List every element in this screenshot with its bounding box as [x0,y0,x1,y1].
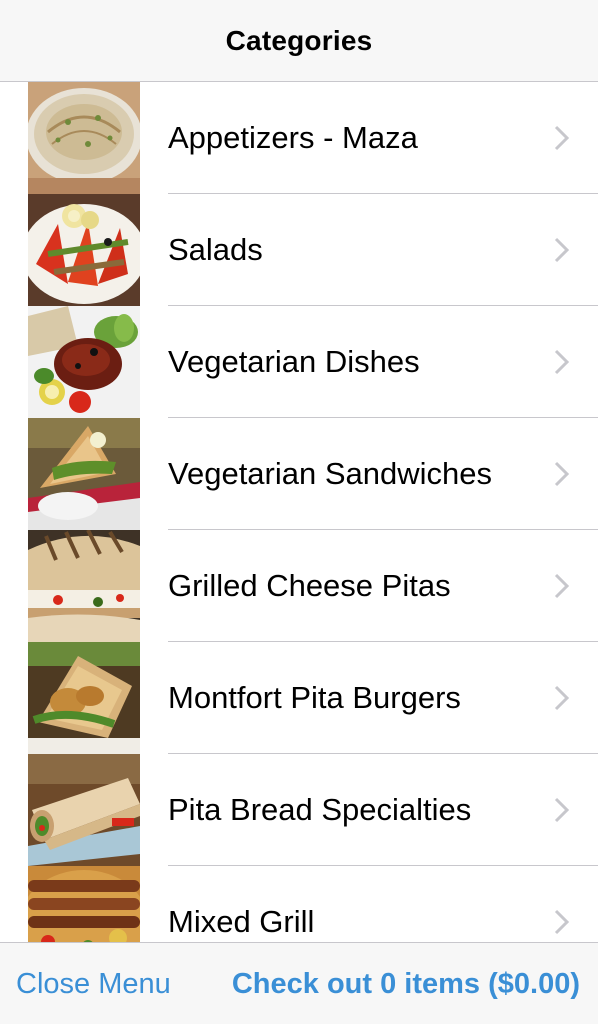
grilled-pita-photo [28,530,140,642]
bottom-toolbar: Close Menu Check out 0 items ($0.00) [0,942,598,1024]
chevron-right-icon [552,236,572,264]
category-label: Mixed Grill [168,904,315,939]
category-label: Pita Bread Specialties [168,792,472,827]
category-label: Vegetarian Dishes [168,344,420,379]
category-row-montfort-pita-burgers[interactable]: Montfort Pita Burgers [0,642,598,754]
category-label: Vegetarian Sandwiches [168,456,493,491]
app-screen: Categories Appetizers - Maza Salads Vege… [0,0,598,1024]
chevron-right-icon [552,124,572,152]
category-row-pita-bread-specialties[interactable]: Pita Bread Specialties [0,754,598,866]
category-row-vegetarian-sandwiches[interactable]: Vegetarian Sandwiches [0,418,598,530]
category-row-mixed-grill[interactable]: Mixed Grill [0,866,598,942]
chevron-right-icon [552,348,572,376]
close-menu-button[interactable]: Close Menu [16,943,171,1024]
checkout-button[interactable]: Check out 0 items ($0.00) [232,943,580,1024]
category-row-grilled-cheese-pitas[interactable]: Grilled Cheese Pitas [0,530,598,642]
chevron-right-icon [552,908,572,936]
kebab-grill-photo [28,866,140,942]
vegetarian-dish-photo [28,306,140,418]
hummus-plate-photo [28,82,140,194]
pita-wrap-photo [28,754,140,866]
category-row-salads[interactable]: Salads [0,194,598,306]
salad-photo [28,194,140,306]
category-label: Grilled Cheese Pitas [168,568,451,603]
pita-sandwich-photo [28,418,140,530]
category-label: Appetizers - Maza [168,120,418,155]
chevron-right-icon [552,460,572,488]
category-row-appetizers[interactable]: Appetizers - Maza [0,82,598,194]
category-list[interactable]: Appetizers - Maza Salads Vegetarian Dish… [0,82,598,942]
category-row-vegetarian-dishes[interactable]: Vegetarian Dishes [0,306,598,418]
page-title: Categories [225,24,373,56]
category-label: Montfort Pita Burgers [168,680,461,715]
chevron-right-icon [552,572,572,600]
category-label: Salads [168,232,263,267]
chevron-right-icon [552,684,572,712]
pita-burger-photo [28,642,140,754]
navigation-bar: Categories [0,0,598,82]
chevron-right-icon [552,796,572,824]
